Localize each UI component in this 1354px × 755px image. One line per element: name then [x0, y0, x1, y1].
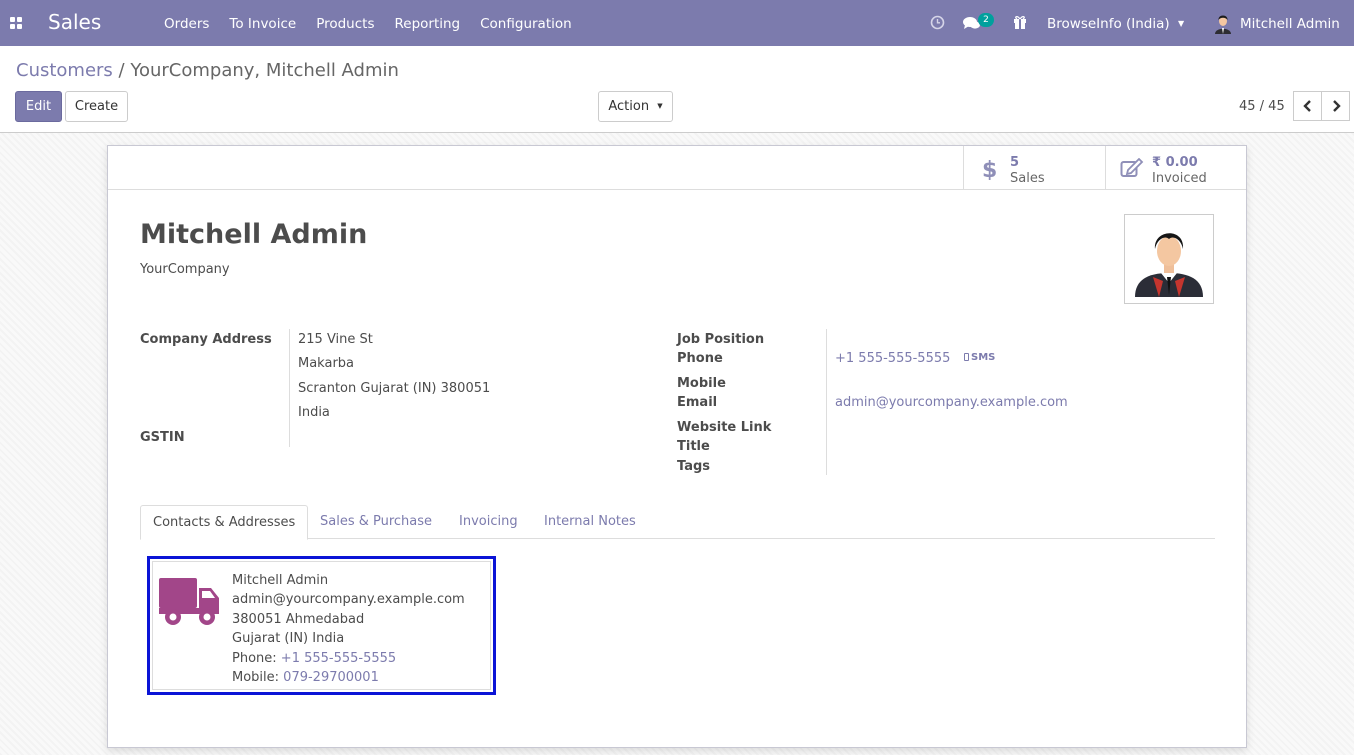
contact-address-line1: 380051 Ahmedabad — [232, 612, 365, 627]
breadcrumb: Customers / YourCompany, Mitchell Admin — [16, 60, 399, 81]
contact-card-highlighted[interactable]: Mitchell Admin admin@yourcompany.example… — [147, 556, 496, 695]
gstin-label: GSTIN — [140, 430, 185, 445]
mobile-phone-icon — [964, 353, 969, 361]
menu-configuration[interactable]: Configuration — [480, 16, 572, 32]
contact-card-body: Mitchell Admin admin@yourcompany.example… — [152, 561, 491, 690]
control-panel: Customers / YourCompany, Mitchell Admin … — [0, 46, 1354, 133]
delivery-truck-icon — [159, 578, 219, 625]
smart-button-box: $ 5 Sales ₹ 0.00 Invoiced — [108, 146, 1246, 190]
pager-next-button[interactable] — [1321, 91, 1350, 121]
send-sms-button[interactable]: SMS — [964, 352, 995, 363]
pager-value[interactable]: 45 / 45 — [1239, 99, 1285, 114]
chevron-left-icon — [1303, 100, 1311, 112]
partner-name[interactable]: Mitchell Admin — [140, 219, 367, 250]
tags-label: Tags — [677, 459, 711, 474]
pager-previous-button[interactable] — [1293, 91, 1322, 121]
caret-down-icon: ▼ — [1177, 19, 1185, 28]
address-city-state-zip[interactable]: Scranton Gujarat (IN) 380051 — [298, 381, 490, 396]
email-value[interactable]: admin@yourcompany.example.com — [835, 395, 1068, 410]
menu-orders[interactable]: Orders — [164, 16, 209, 32]
menu-to-invoice[interactable]: To Invoice — [229, 16, 296, 32]
sales-count: 5 — [1010, 155, 1020, 170]
address-country[interactable]: India — [298, 405, 330, 420]
phone-label: Phone — [677, 351, 723, 366]
svg-text:$: $ — [982, 158, 996, 180]
tab-invoicing[interactable]: Invoicing — [447, 505, 530, 539]
contact-phone[interactable]: +1 555-555-5555 — [281, 651, 396, 666]
contact-mobile-label: Mobile: — [232, 670, 280, 685]
sales-label: Sales — [1010, 171, 1045, 186]
edit-button[interactable]: Edit — [15, 91, 62, 122]
action-label: Action — [608, 99, 650, 114]
breadcrumb-current: YourCompany, Mitchell Admin — [130, 60, 399, 81]
top-navbar: Sales Orders To Invoice Products Reporti… — [0, 0, 1354, 46]
caret-down-icon: ▼ — [657, 102, 663, 110]
contact-phone-label: Phone: — [232, 651, 277, 666]
user-avatar-icon[interactable] — [1212, 12, 1234, 34]
job-position-label: Job Position — [677, 332, 765, 347]
sms-label: SMS — [971, 352, 996, 363]
invoiced-amount: ₹ 0.00 — [1152, 155, 1198, 170]
parent-company[interactable]: YourCompany — [140, 262, 230, 277]
partner-avatar[interactable] — [1124, 214, 1214, 304]
breadcrumb-customers[interactable]: Customers — [16, 60, 113, 81]
menu-reporting[interactable]: Reporting — [394, 16, 460, 32]
messages-count-badge: 2 — [978, 13, 994, 27]
app-name[interactable]: Sales — [48, 10, 101, 34]
invoiced-label: Invoiced — [1152, 171, 1207, 186]
main-menu: Orders To Invoice Products Reporting Con… — [164, 16, 592, 32]
chevron-right-icon — [1333, 100, 1341, 112]
edit-invoice-icon — [1120, 158, 1144, 177]
breadcrumb-separator: / — [118, 60, 125, 81]
sales-smart-button[interactable]: $ 5 Sales — [963, 146, 1105, 190]
address-street2[interactable]: Makarba — [298, 356, 354, 371]
invoiced-smart-button[interactable]: ₹ 0.00 Invoiced — [1105, 146, 1246, 190]
tab-contacts-addresses[interactable]: Contacts & Addresses — [140, 505, 309, 540]
gift-icon[interactable] — [1013, 15, 1027, 30]
person-avatar-icon — [1135, 233, 1203, 297]
contact-phone-row: Phone: +1 555-555-5555 — [232, 651, 396, 666]
mobile-label: Mobile — [677, 376, 726, 391]
address-street[interactable]: 215 Vine St — [298, 332, 373, 347]
apps-menu-icon[interactable] — [10, 17, 22, 29]
tab-sales-purchase[interactable]: Sales & Purchase — [308, 505, 444, 539]
field-divider — [289, 329, 290, 447]
tab-internal-notes[interactable]: Internal Notes — [532, 505, 648, 539]
contact-mobile-row: Mobile: 079-29700001 — [232, 670, 379, 685]
contact-mobile[interactable]: 079-29700001 — [283, 670, 379, 685]
create-button[interactable]: Create — [65, 91, 128, 122]
activity-clock-icon[interactable] — [930, 15, 945, 30]
notebook-tabs: Contacts & Addresses Sales & Purchase In… — [140, 505, 1215, 540]
company-switcher[interactable]: BrowseInfo (India) ▼ — [1047, 16, 1184, 32]
user-name[interactable]: Mitchell Admin — [1240, 16, 1340, 32]
phone-value[interactable]: +1 555-555-5555 — [835, 351, 950, 366]
dollar-icon: $ — [982, 158, 996, 180]
title-label: Title — [677, 439, 710, 454]
company-address-label: Company Address — [140, 332, 272, 347]
email-label: Email — [677, 395, 718, 410]
field-divider — [826, 329, 827, 475]
contact-name[interactable]: Mitchell Admin — [232, 573, 328, 588]
menu-products[interactable]: Products — [316, 16, 374, 32]
action-dropdown[interactable]: Action ▼ — [598, 91, 673, 122]
contact-email[interactable]: admin@yourcompany.example.com — [232, 592, 465, 607]
website-label: Website Link — [677, 420, 772, 435]
contact-address-line2: Gujarat (IN) India — [232, 631, 345, 646]
company-name: BrowseInfo (India) — [1047, 16, 1170, 32]
partner-form-sheet: $ 5 Sales ₹ 0.00 Invoiced Mitchell Admin… — [107, 145, 1247, 748]
